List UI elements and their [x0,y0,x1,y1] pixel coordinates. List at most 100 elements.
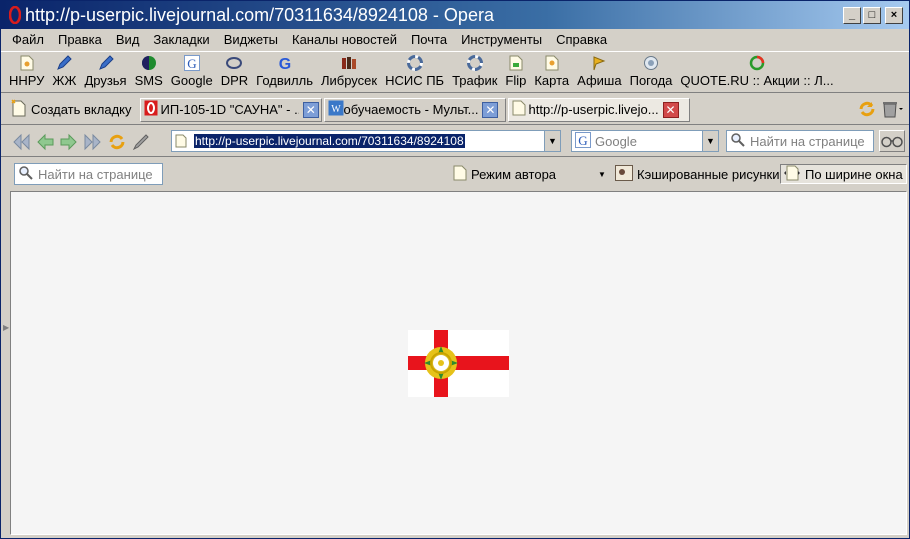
search-icon [18,165,34,184]
tab-userpic[interactable]: http://p-userpic.livejo... ✕ [507,97,690,122]
personal-bar-item[interactable]: Погода [626,52,677,88]
opera-window: http://p-userpic.livejournal.com/7031163… [0,0,910,539]
svg-text:G: G [187,56,196,71]
menu-widgets[interactable]: Виджеты [217,32,285,47]
edit-icon[interactable] [129,130,153,154]
find-in-page-field[interactable]: Найти на странице [14,163,163,185]
window-controls: _ □ × [843,7,903,24]
wiki-icon: W [328,100,344,119]
find-placeholder: Найти на странице [38,166,153,182]
menu-bar: Файл Правка Вид Закладки Виджеты Каналы … [1,29,909,49]
svg-text:G: G [278,56,290,71]
pencil-icon [55,54,73,72]
personal-bar: ННРУ ЖЖ Друзья SMS G Google DPR G Годвил… [1,51,909,93]
tab-wiki[interactable]: W обучаемость - Мульт... ✕ [323,97,506,122]
close-button[interactable]: × [885,7,903,24]
page-icon [543,54,561,72]
chevron-down-icon[interactable]: ▼ [702,131,718,151]
maximize-button[interactable]: □ [863,7,881,24]
tab-close-icon[interactable]: ✕ [303,101,319,118]
search-icon [730,132,746,151]
chevron-down-icon[interactable]: ▼ [544,131,560,151]
quote-icon [748,54,766,72]
menu-help[interactable]: Справка [549,32,614,47]
opera-icon [144,100,158,119]
rewind-icon[interactable] [9,130,33,154]
tab-bar-tools [857,99,903,122]
fit-width-label: По ширине окна [805,166,903,182]
tab-bar: Создать вкладку ИП-105-1D "САУНА" - ... … [1,95,909,125]
tab-title: ИП-105-1D "САУНА" - ... [160,102,300,117]
tab-close-icon[interactable]: ✕ [662,101,679,118]
page-icon [512,100,526,119]
personal-bar-item[interactable]: ННРУ [5,52,48,88]
svg-text:W: W [331,104,341,115]
page-icon [172,134,190,148]
books-icon [340,54,358,72]
star-icon [590,54,608,72]
fit-width-button[interactable]: По ширине окна [780,164,907,184]
fit-width-icon [783,165,801,184]
sms-icon [140,54,158,72]
tab-title: http://p-userpic.livejo... [528,102,659,117]
fast-forward-icon[interactable] [81,130,105,154]
personal-bar-item[interactable]: QUOTE.RU :: Акции :: Л... [676,52,837,88]
personal-bar-item[interactable]: G Годвилль [252,52,317,88]
personal-bar-item[interactable]: Друзья [80,52,130,88]
find-in-page-field[interactable]: Найти на странице [726,130,874,152]
author-mode-button[interactable]: Режим автора ▼ [453,164,606,184]
google-icon: G [575,131,591,151]
menu-tools[interactable]: Инструменты [454,32,549,47]
author-mode-label: Режим автора [471,166,557,182]
title-bar[interactable]: http://p-userpic.livejournal.com/7031163… [1,1,909,29]
personal-bar-item[interactable]: SMS [131,52,167,88]
image-icon [615,164,633,184]
page-icon [453,165,467,184]
flag-image [408,330,509,397]
menu-edit[interactable]: Правка [51,32,109,47]
sync-icon[interactable] [857,99,877,122]
personal-bar-item[interactable]: Flip [501,52,530,88]
personal-bar-item[interactable]: Карта [530,52,573,88]
reload-icon[interactable] [105,130,129,154]
window-title: http://p-userpic.livejournal.com/7031163… [25,4,494,25]
tab-close-icon[interactable]: ✕ [482,101,499,118]
search-engine-field[interactable]: G Google ▼ [571,130,719,152]
personal-bar-item[interactable]: DPR [217,52,252,88]
new-tab-button[interactable]: Создать вкладку [7,98,138,122]
cached-images-button[interactable]: Кэшированные рисунки [615,164,780,184]
back-icon[interactable] [33,130,57,154]
menu-feeds[interactable]: Каналы новостей [285,32,404,47]
new-tab-label: Создать вкладку [31,102,132,117]
personal-bar-item[interactable]: Трафик [448,52,501,88]
dpr-icon [225,54,243,72]
search-engine-name: Google [595,133,637,149]
address-field[interactable]: http://p-userpic.livejournal.com/7031163… [171,130,561,152]
menu-file[interactable]: Файл [5,32,51,47]
menu-mail[interactable]: Почта [404,32,454,47]
google-icon: G [276,54,294,72]
glasses-icon[interactable] [879,130,905,152]
chevron-down-icon[interactable]: ▼ [598,170,606,179]
personal-bar-item[interactable]: G Google [167,52,217,88]
menu-view[interactable]: Вид [109,32,147,47]
personal-bar-item[interactable]: Афиша [573,52,625,88]
find-placeholder: Найти на странице [750,133,865,149]
trash-icon[interactable] [881,99,903,122]
minimize-button[interactable]: _ [843,7,861,24]
lifebuoy-icon [466,54,484,72]
address-toolbar: http://p-userpic.livejournal.com/7031163… [1,127,909,157]
lifebuoy-icon [406,54,424,72]
panel-toggle-icon[interactable]: ▶ [3,323,9,332]
opera-logo-icon [7,5,23,25]
forward-icon[interactable] [57,130,81,154]
tab-sauna[interactable]: ИП-105-1D "САУНА" - ... ✕ [139,97,322,122]
page-icon [507,54,525,72]
menu-bookmarks[interactable]: Закладки [146,32,216,47]
tab-title: обучаемость - Мульт... [343,102,479,117]
cached-images-label: Кэшированные рисунки [637,166,780,182]
view-toolbar: Найти на странице Режим автора ▼ Кэширов… [1,159,909,189]
personal-bar-item[interactable]: Либрусек [317,52,381,88]
personal-bar-item[interactable]: НСИС ПБ [381,52,448,88]
personal-bar-item[interactable]: ЖЖ [48,52,80,88]
